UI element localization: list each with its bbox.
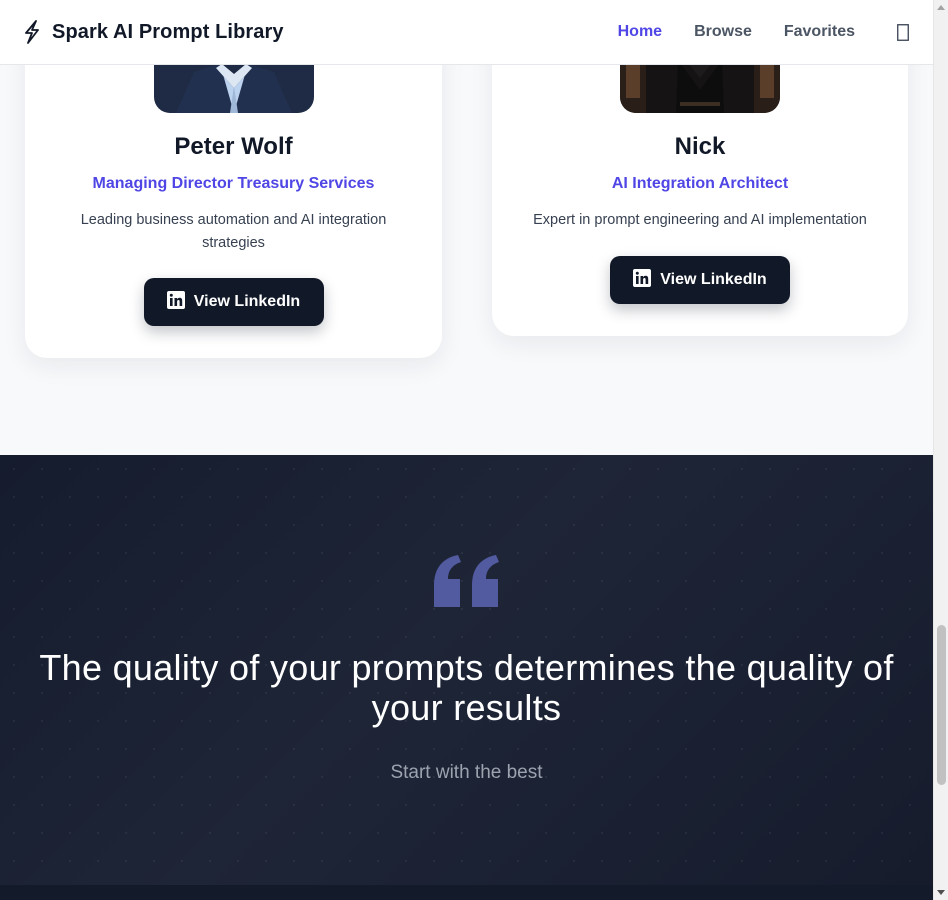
brand[interactable]: Spark AI Prompt Library (22, 20, 284, 44)
nav-link-home[interactable]: Home (618, 23, 662, 41)
quote-section: The quality of your prompts determines t… (0, 455, 933, 885)
view-linkedin-button[interactable]: View LinkedIn (610, 256, 790, 304)
nav-link-favorites[interactable]: Favorites (784, 23, 855, 41)
quote-icon (433, 555, 500, 607)
member-bio: Leading business automation and AI integ… (80, 212, 387, 251)
member-bio: Expert in prompt engineering and AI impl… (533, 212, 867, 228)
member-role: Managing Director Treasury Services (92, 175, 375, 192)
scroll-up-icon[interactable] (937, 5, 945, 10)
view-linkedin-label: View LinkedIn (660, 271, 767, 288)
nav-link-browse[interactable]: Browse (694, 23, 752, 41)
linkedin-icon (166, 290, 185, 314)
main-nav: Home Browse Favorites (586, 23, 911, 41)
view-linkedin-button[interactable]: View LinkedIn (143, 278, 324, 326)
scroll-down-icon[interactable] (937, 890, 945, 895)
scrollbar-thumb[interactable] (937, 625, 946, 785)
quote-subtext: Start with the best (390, 762, 543, 783)
quote-text: The quality of your prompts determines t… (39, 647, 894, 728)
member-name: Peter Wolf (174, 133, 293, 160)
member-role: AI Integration Architect (611, 175, 789, 192)
footer-edge (0, 885, 933, 900)
team-section: Peter Wolf Managing Director Treasury Se… (0, 0, 933, 455)
moon-icon[interactable] (895, 23, 911, 41)
linkedin-icon (633, 268, 652, 292)
page-scrollbar[interactable] (933, 0, 948, 900)
view-linkedin-label: View LinkedIn (193, 293, 301, 310)
member-name: Nick (674, 133, 726, 160)
top-navbar: Spark AI Prompt Library Home Browse Favo… (0, 0, 933, 65)
lightning-bolt-icon (22, 20, 42, 44)
brand-title: Spark AI Prompt Library (52, 20, 284, 43)
